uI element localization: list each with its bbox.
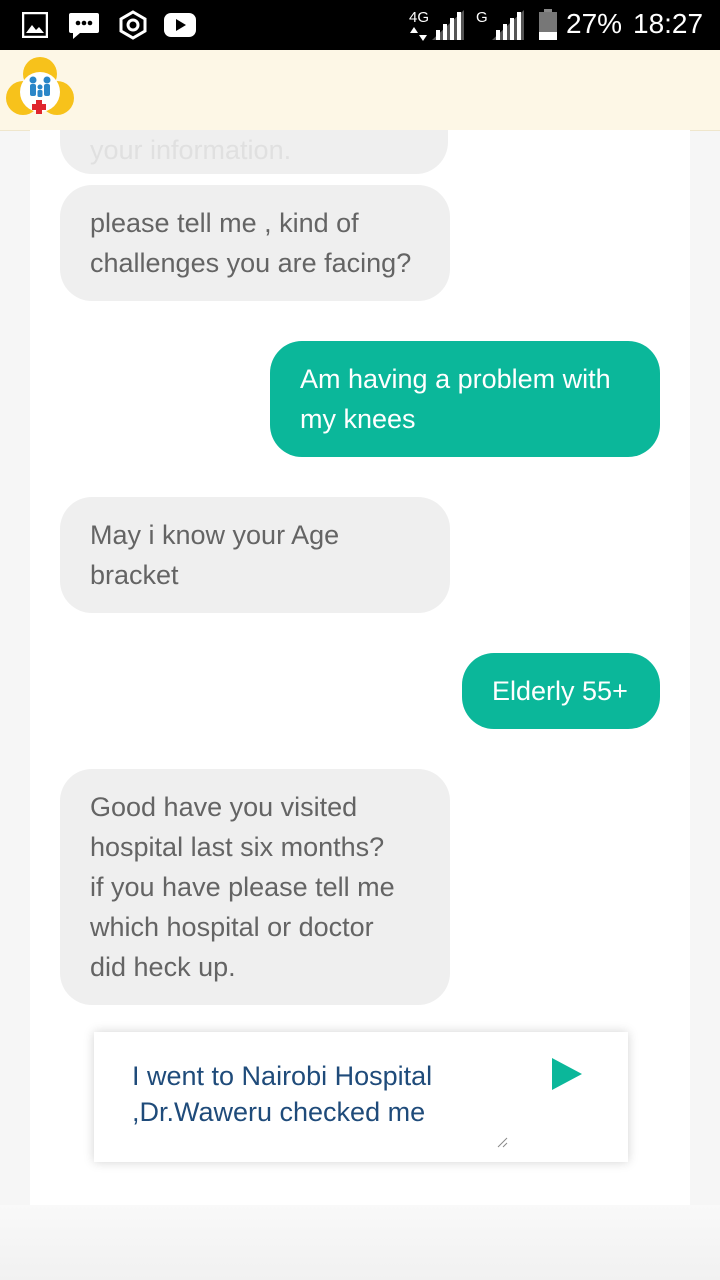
user-message: Elderly 55+: [462, 653, 660, 729]
family-health-logo[interactable]: [4, 54, 76, 126]
battery-icon: [539, 9, 557, 40]
message-input[interactable]: I went to Nairobi Hospital ,Dr.Waweru ch…: [132, 1058, 512, 1130]
network-4g-label: 4G: [409, 9, 430, 26]
resize-handle-icon[interactable]: [496, 1136, 508, 1148]
signal-icon-1: [432, 10, 464, 40]
youtube-icon: [164, 13, 196, 37]
bot-message: your information.: [60, 130, 448, 174]
gallery-icon: [22, 12, 48, 38]
bot-message: please tell me , kind of challenges you …: [60, 185, 450, 301]
screen: 4G G 27% 18:27 your information. please …: [0, 0, 720, 1280]
page-footer-area: [0, 1205, 720, 1280]
bot-message: Good have you visited hospital last six …: [60, 769, 450, 1005]
bot-message: May i know your Age bracket: [60, 497, 450, 613]
send-icon[interactable]: [546, 1054, 586, 1094]
user-message: Am having a problem with my knees: [270, 341, 660, 457]
data-arrows-icon: [410, 27, 427, 41]
message-composer: I went to Nairobi Hospital ,Dr.Waweru ch…: [94, 1032, 628, 1162]
signal-icon-2: [492, 10, 524, 40]
message-icon: [69, 13, 99, 39]
clock: 18:27: [633, 8, 704, 39]
status-bar: 4G G 27% 18:27: [0, 0, 720, 50]
app-header: [0, 50, 720, 131]
battery-percent: 27%: [566, 8, 623, 39]
settings-icon: [119, 10, 147, 40]
network-g-label: G: [476, 9, 488, 26]
